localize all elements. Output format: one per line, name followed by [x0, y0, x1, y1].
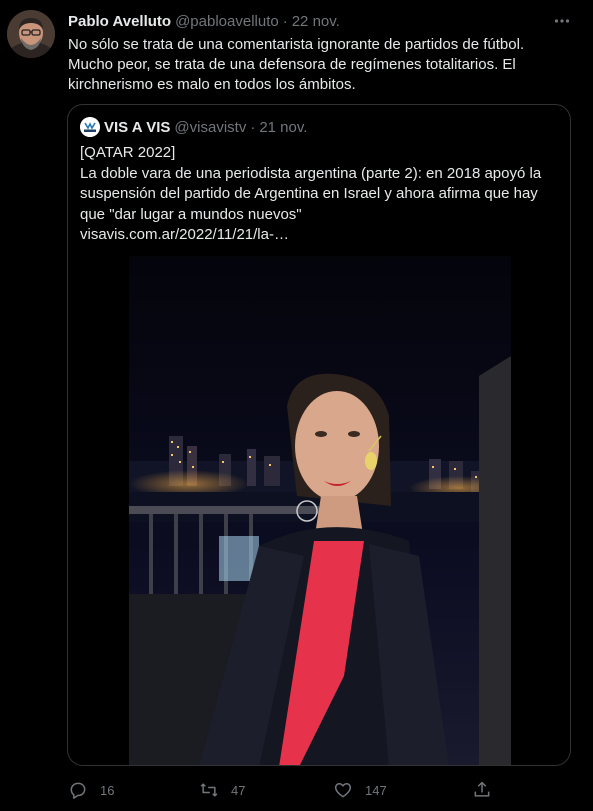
author-handle[interactable]: @pabloavelluto — [175, 13, 279, 30]
tweet-text-line: No sólo se trata de una comentarista ign… — [68, 36, 525, 53]
quote-link[interactable]: visavis.com.ar/2022/11/21/la-… — [80, 225, 560, 246]
avatar-photo — [7, 10, 55, 58]
retweet-icon — [199, 780, 219, 800]
visavis-logo-icon — [80, 117, 100, 137]
tweet[interactable]: Pablo Avelluto @pabloavelluto · 22 nov. … — [0, 0, 593, 811]
tweet-text-line: kirchnerismo es malo en todos los ámbito… — [68, 76, 356, 93]
separator-dot: · — [250, 118, 256, 136]
quote-text-line: que "dar lugar a mundos nuevos" — [80, 205, 302, 223]
selfie-photo — [129, 256, 511, 765]
quote-author-avatar — [80, 117, 100, 137]
author-name[interactable]: Pablo Avelluto — [68, 13, 171, 30]
quote-text-line: suspensión del partido de Argentina en I… — [80, 185, 538, 202]
share-icon — [472, 780, 492, 800]
retweet-count: 47 — [231, 782, 246, 798]
retweet-button[interactable]: 47 — [199, 778, 245, 802]
tweet-text: No sólo se trata de una comentarista ign… — [68, 35, 573, 95]
quote-text-line: La doble vara de una periodista argentin… — [80, 164, 542, 182]
like-count: 147 — [365, 782, 387, 798]
separator-dot: · — [282, 12, 288, 30]
quote-timestamp: 21 nov. — [259, 118, 308, 136]
quote-header: VIS A VIS @visavistv · 21 nov. — [80, 117, 307, 137]
action-bar: 16 47 147 — [0, 778, 593, 802]
quote-author-handle: @visavistv — [174, 118, 247, 136]
like-button[interactable]: 147 — [333, 778, 387, 802]
tweet-header: Pablo Avelluto @pabloavelluto · 22 nov. — [68, 11, 553, 31]
quoted-tweet[interactable]: VIS A VIS @visavistv · 21 nov. [QATAR 20… — [67, 104, 571, 766]
more-dots-icon — [554, 19, 570, 23]
reply-count: 16 — [100, 782, 115, 798]
quote-media-image[interactable] — [129, 256, 511, 765]
share-button[interactable] — [472, 778, 492, 802]
tweet-timestamp[interactable]: 22 nov. — [292, 13, 340, 30]
quote-text: [QATAR 2022] La doble vara de una period… — [80, 143, 560, 246]
reply-icon — [68, 780, 88, 800]
heart-icon — [333, 780, 353, 800]
author-avatar[interactable] — [7, 10, 55, 58]
tweet-text-line: Mucho peor, se trata de una defensora de… — [68, 56, 516, 73]
quote-author-name: VIS A VIS — [104, 118, 171, 136]
reply-button[interactable]: 16 — [68, 778, 114, 802]
quote-text-line: [QATAR 2022] — [80, 144, 176, 161]
more-options-button[interactable] — [551, 10, 573, 32]
